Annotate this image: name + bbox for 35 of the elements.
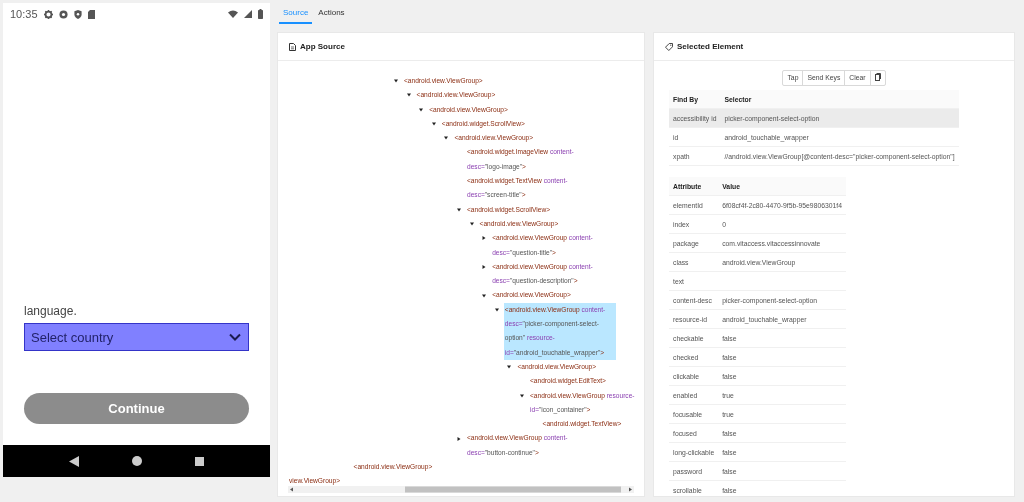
shield-icon <box>73 9 82 19</box>
caret-right-icon[interactable] <box>482 236 487 241</box>
battery-icon <box>258 9 263 19</box>
caret-down-icon[interactable] <box>419 107 424 112</box>
caret-right-icon[interactable] <box>457 436 461 441</box>
panel-title: Selected Element <box>677 42 744 51</box>
caret-down-icon[interactable] <box>394 79 398 84</box>
back-icon[interactable] <box>69 455 80 467</box>
panel-title: App Source <box>300 42 345 51</box>
sd-card-icon <box>87 9 95 19</box>
caret-right-icon[interactable] <box>482 265 487 269</box>
status-time: 10:35 <box>10 8 38 20</box>
horizontal-scrollbar[interactable] <box>288 486 634 493</box>
circle-icon <box>58 9 68 19</box>
signal-icon <box>244 10 252 18</box>
caret-down-icon[interactable] <box>444 136 449 141</box>
prompt-text: language. <box>24 304 78 318</box>
chevron-down-icon <box>229 333 241 341</box>
wifi-icon <box>228 10 238 18</box>
caret-down-icon[interactable] <box>457 207 461 212</box>
recents-icon[interactable] <box>194 456 204 466</box>
caret-down-icon[interactable] <box>406 93 411 98</box>
copy-icon <box>874 73 881 81</box>
caret-down-icon[interactable] <box>431 122 436 127</box>
country-select[interactable]: Select country <box>24 323 249 351</box>
gear-icon <box>43 9 53 19</box>
file-icon <box>289 42 296 51</box>
home-icon[interactable] <box>132 456 142 466</box>
tag-icon <box>665 42 673 51</box>
caret-down-icon[interactable] <box>520 393 524 398</box>
caret-down-icon[interactable] <box>482 293 487 298</box>
tab[interactable]: Actions <box>314 3 349 24</box>
caret-down-icon[interactable] <box>507 365 512 370</box>
caret-down-icon[interactable] <box>469 222 474 227</box>
caret-down-icon[interactable] <box>494 307 499 312</box>
